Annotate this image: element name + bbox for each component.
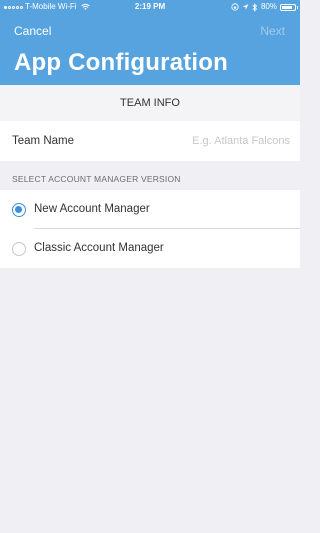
lock-rotation-icon [231, 3, 239, 11]
nav-bar: Cancel Next [0, 22, 300, 40]
radio-unselected-icon[interactable] [12, 242, 26, 256]
option-label: New Account Manager [34, 203, 150, 215]
account-manager-options: New Account Manager Classic Account Mana… [0, 190, 300, 268]
section-title-team-info: TEAM INFO [0, 85, 300, 121]
page-title: App Configuration [14, 49, 229, 76]
header: T-Mobile Wi-Fi 2:19 PM 80% Cancel Next A… [0, 0, 300, 85]
team-name-input[interactable] [150, 132, 290, 150]
account-manager-group-label: SELECT ACCOUNT MANAGER VERSION [12, 174, 181, 184]
team-name-label: Team Name [12, 135, 74, 147]
option-new-account-manager[interactable]: New Account Manager [0, 190, 300, 229]
battery-percent: 80% [260, 2, 277, 11]
status-bar: T-Mobile Wi-Fi 2:19 PM 80% [0, 0, 300, 14]
team-name-row: Team Name [0, 121, 300, 161]
radio-selected-icon[interactable] [12, 203, 26, 217]
bluetooth-icon [252, 2, 258, 12]
option-classic-account-manager[interactable]: Classic Account Manager [0, 229, 300, 268]
cancel-button[interactable]: Cancel [14, 22, 51, 40]
option-label: Classic Account Manager [34, 242, 164, 254]
battery-icon [280, 3, 298, 11]
status-right: 80% [231, 0, 298, 14]
next-button[interactable]: Next [260, 22, 285, 40]
location-icon [242, 4, 249, 10]
